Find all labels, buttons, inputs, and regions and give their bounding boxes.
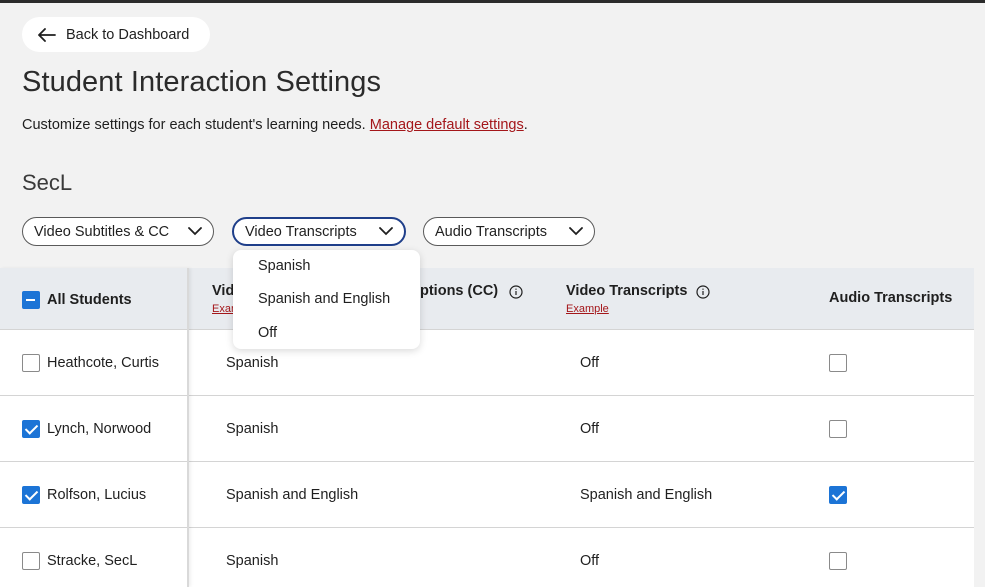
video-transcripts-dropdown-menu: Spanish Spanish and English Off [233, 250, 420, 349]
table-header: All Students Vid Exam ptions (CC) Video … [0, 268, 974, 329]
audio-transcripts-checkbox[interactable] [829, 552, 847, 570]
page-title: Student Interaction Settings [22, 66, 382, 98]
audio-transcripts-checkbox[interactable] [829, 420, 847, 438]
menu-option-spanish-and-english[interactable]: Spanish and English [258, 291, 390, 307]
student-name: Heathcote, Curtis [47, 355, 160, 371]
audio-transcripts-checkbox[interactable] [829, 486, 847, 504]
table-row: Heathcote, Curtis Spanish Off [0, 329, 974, 395]
filter-audio-transcripts[interactable]: Audio Transcripts [423, 217, 595, 246]
table-row: Rolfson, Lucius Spanish and English Span… [0, 461, 974, 527]
filter-label: Video Transcripts [245, 223, 357, 240]
back-to-dashboard-button[interactable]: Back to Dashboard [22, 17, 210, 52]
chevron-down-icon [379, 227, 393, 236]
subtitles-column-header: Vid [212, 283, 235, 299]
filter-label: Video Subtitles & CC [34, 223, 170, 240]
transcripts-value[interactable]: Off [580, 553, 599, 569]
student-name: Lynch, Norwood [47, 421, 152, 437]
table-row: Stracke, SecL Spanish Off [0, 527, 974, 587]
audio-transcripts-checkbox[interactable] [829, 354, 847, 372]
chevron-down-icon [569, 227, 583, 236]
subtitle-text: Customize settings for each student's le… [22, 117, 370, 133]
top-bar [0, 0, 985, 3]
captions-column-header: ptions (CC) [420, 283, 499, 299]
all-students-header: All Students [47, 292, 132, 308]
transcripts-value[interactable]: Off [580, 421, 599, 437]
info-icon[interactable] [509, 285, 523, 299]
table-row: Lynch, Norwood Spanish Off [0, 395, 974, 461]
back-button-label: Back to Dashboard [66, 26, 190, 43]
manage-default-settings-link[interactable]: Manage default settings [370, 117, 524, 133]
audio-transcripts-column-header: Audio Transcripts [829, 290, 953, 306]
filter-video-subtitles[interactable]: Video Subtitles & CC [22, 217, 214, 246]
student-checkbox[interactable] [22, 552, 40, 570]
subtitles-value[interactable]: Spanish [226, 421, 278, 437]
student-checkbox[interactable] [22, 486, 40, 504]
video-transcripts-column-header: Video Transcripts [566, 283, 688, 299]
student-name: Stracke, SecL [47, 553, 138, 569]
video-transcripts-example-link[interactable]: Example [566, 303, 609, 315]
filter-label: Audio Transcripts [435, 223, 548, 240]
subtitles-value[interactable]: Spanish [226, 553, 278, 569]
transcripts-value[interactable]: Spanish and English [580, 487, 712, 503]
menu-option-spanish[interactable]: Spanish [258, 258, 310, 274]
select-all-checkbox[interactable] [22, 291, 40, 309]
student-checkbox[interactable] [22, 354, 40, 372]
filter-video-transcripts[interactable]: Video Transcripts [232, 217, 406, 246]
student-checkbox[interactable] [22, 420, 40, 438]
subtitles-value[interactable]: Spanish [226, 355, 278, 371]
student-name: Rolfson, Lucius [47, 487, 147, 503]
section-name: SecL [22, 170, 73, 195]
arrow-left-icon [38, 27, 56, 42]
transcripts-value[interactable]: Off [580, 355, 599, 371]
subtitle-end: . [523, 117, 528, 133]
page-subtitle: Customize settings for each student's le… [22, 117, 528, 133]
students-table: All Students Vid Exam ptions (CC) Video … [0, 268, 974, 587]
chevron-down-icon [188, 227, 202, 236]
menu-option-off[interactable]: Off [258, 325, 277, 341]
info-icon[interactable] [696, 285, 710, 299]
subtitles-value[interactable]: Spanish and English [226, 487, 358, 503]
